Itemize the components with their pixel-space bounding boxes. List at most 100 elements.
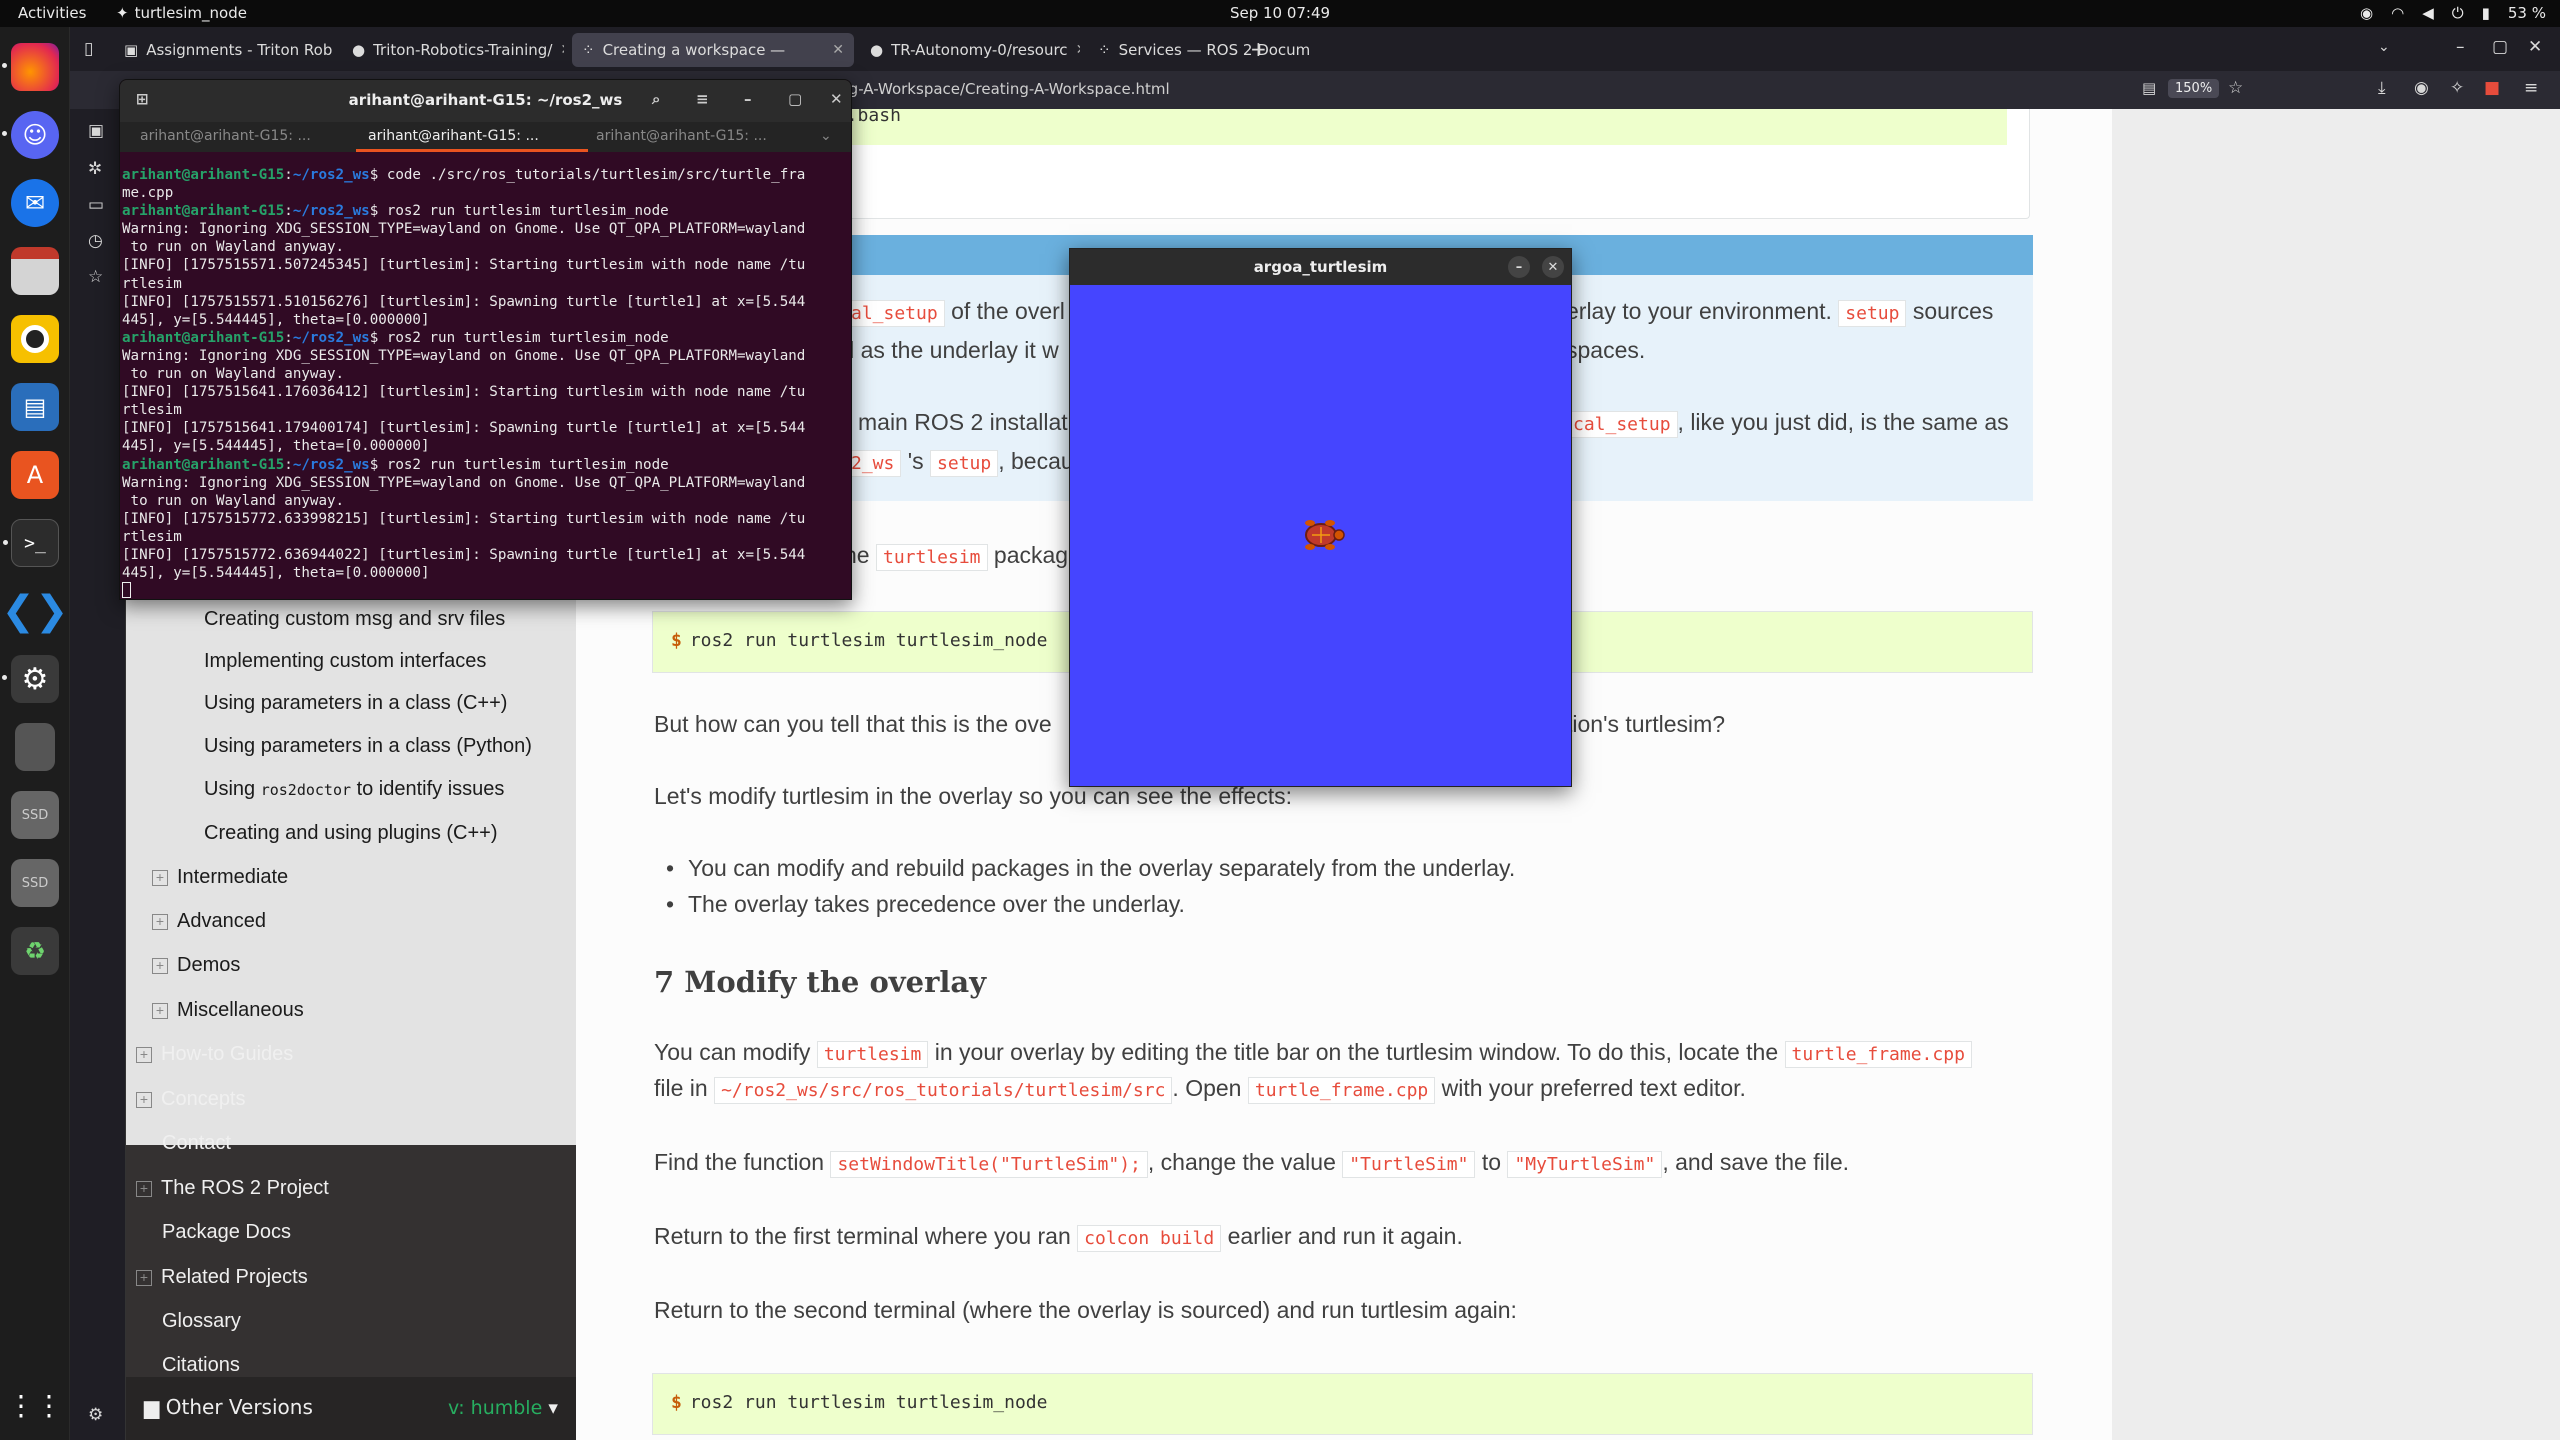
nav-contact[interactable]: Contact <box>162 1132 231 1155</box>
nav-group-demos[interactable]: + Demos <box>152 954 240 977</box>
nav-how-to-guides[interactable]: + How-to Guides <box>136 1043 293 1066</box>
minimize-icon[interactable]: – <box>1508 256 1530 278</box>
extension-badge-icon[interactable]: ■ <box>2484 78 2500 98</box>
bookmarks-icon[interactable]: ☆ <box>88 267 103 287</box>
tab-tr-autonomy[interactable]: ●TR-Autonomy-0/resourc✕ <box>860 33 1080 67</box>
nav-ros2-project[interactable]: + The ROS 2 Project <box>136 1177 329 1200</box>
expand-icon[interactable]: + <box>136 1047 152 1063</box>
close-tab-icon[interactable]: ✕ <box>560 42 564 58</box>
wifi-icon[interactable]: ◠ <box>2391 4 2404 22</box>
text-file-icon[interactable] <box>15 723 55 771</box>
nav-link[interactable]: Creating and using plugins (C++) <box>204 822 498 845</box>
nav-group-advanced[interactable]: + Advanced <box>152 910 266 933</box>
minimize-icon[interactable]: – <box>744 90 752 108</box>
menu-icon[interactable]: ≡ <box>696 90 709 108</box>
expand-icon[interactable]: + <box>152 870 168 886</box>
ssd-drive-icon[interactable]: SSD <box>11 859 59 907</box>
terminal-icon[interactable]: >_ <box>3 519 59 567</box>
tab-creating-workspace[interactable]: ⁘ Creating a workspace — ✕ <box>572 33 854 67</box>
nav-group-intermediate[interactable]: + Intermediate <box>152 866 288 889</box>
close-icon[interactable]: ✕ <box>830 90 843 108</box>
restore-icon[interactable]: ▢ <box>2492 37 2508 57</box>
versions-selector[interactable]: ▆ Other Versions v: humble ▾ <box>126 1377 576 1440</box>
trash-icon[interactable]: ♻ <box>11 927 59 975</box>
rhythmbox-icon[interactable] <box>11 315 59 363</box>
tab-assignments[interactable]: ▣Assignments - Triton Rob✕ <box>114 33 334 67</box>
nav-group-miscellaneous[interactable]: + Miscellaneous <box>152 999 304 1022</box>
close-icon[interactable]: ✕ <box>2528 37 2542 57</box>
caret-down-icon: ▾ <box>548 1397 558 1419</box>
nav-link[interactable]: Creating custom msg and srv files <box>204 608 505 631</box>
customize-sidebar-icon[interactable]: ⚙ <box>88 1405 103 1425</box>
nav-citations[interactable]: Citations <box>162 1354 240 1377</box>
expand-icon[interactable]: + <box>136 1270 152 1286</box>
nav-link[interactable]: Implementing custom interfaces <box>204 650 486 673</box>
ai-chatbot-icon[interactable]: ✲ <box>88 159 102 179</box>
nav-glossary[interactable]: Glossary <box>162 1310 241 1333</box>
vscode-icon[interactable]: ❮❯ <box>1 587 68 635</box>
app-menu[interactable]: ✦ turtlesim_node <box>116 4 247 22</box>
downloads-icon[interactable]: ⤓ <box>2378 78 2386 98</box>
menu-icon[interactable]: ≡ <box>2524 78 2538 98</box>
software-center-icon[interactable]: A <box>11 451 59 499</box>
expand-icon[interactable]: + <box>136 1181 152 1197</box>
tab-list-icon[interactable]: ⌄ <box>820 128 832 144</box>
code-block[interactable]: $ ros2 run turtlesim turtlesim_node <box>652 1373 2033 1435</box>
sidebar-toggle-icon[interactable]: ▯ <box>84 39 93 59</box>
url-field[interactable]: ing-A-Workspace/Creating-A-Workspace.htm… <box>835 80 1170 98</box>
nav-concepts[interactable]: + Concepts <box>136 1088 246 1111</box>
sidebar-panel-icon[interactable]: ▣ <box>88 121 104 141</box>
version-value[interactable]: v: humble ▾ <box>448 1397 558 1419</box>
clock[interactable]: Sep 10 07:49 <box>0 4 2560 22</box>
thunderbird-icon[interactable]: ✉ <box>11 179 59 227</box>
firefox-icon[interactable] <box>2 43 59 91</box>
expand-icon[interactable]: + <box>152 1003 168 1019</box>
tab-services-docs[interactable]: ⁘Services — ROS 2 Docum✕ <box>1088 33 1318 67</box>
discord-tray-icon[interactable]: ◉ <box>2360 4 2373 22</box>
new-tab-icon[interactable]: + <box>1250 37 1267 61</box>
terminal-window[interactable]: ⊞ arihant@arihant-G15: ~/ros2_ws ⌕ ≡ – ▢… <box>119 79 852 600</box>
close-tab-icon[interactable]: ✕ <box>1076 42 1080 58</box>
ssd-drive-icon[interactable]: SSD <box>11 791 59 839</box>
close-icon[interactable]: ✕ <box>1542 256 1564 278</box>
bookmark-star-icon[interactable]: ☆ <box>2228 78 2243 98</box>
page-margin <box>2112 109 2560 1440</box>
nav-link-ros2doctor[interactable]: Using ros2doctor to identify issues <box>204 778 504 801</box>
nav-link[interactable]: Using parameters in a class (C++) <box>204 692 507 715</box>
volume-icon[interactable]: ◀ <box>2422 4 2434 22</box>
terminal-output[interactable]: arihant@arihant-G15:~/ros2_ws$ code ./sr… <box>122 166 851 599</box>
show-apps-icon[interactable]: ⋮⋮ <box>7 1381 63 1429</box>
terminal-titlebar[interactable]: ⊞ arihant@arihant-G15: ~/ros2_ws ⌕ ≡ – ▢… <box>120 80 851 122</box>
history-icon[interactable]: ◷ <box>88 231 103 251</box>
activities-button[interactable]: Activities <box>18 4 86 22</box>
turtlesim-canvas[interactable] <box>1070 285 1571 786</box>
reader-view-icon[interactable]: ▤ <box>2142 79 2156 97</box>
expand-icon[interactable]: + <box>136 1092 152 1108</box>
extensions-icon[interactable]: ✧ <box>2450 78 2464 98</box>
turtlesim-window[interactable]: argoa_turtlesim – ✕ <box>1069 248 1572 787</box>
expand-icon[interactable]: + <box>152 914 168 930</box>
system-tray[interactable]: ◉ ◠ ◀ ⏻ ▮ 53 % <box>2360 4 2546 22</box>
account-icon[interactable]: ◉ <box>2414 78 2429 98</box>
terminal-tab-active[interactable]: arihant@arihant-G15: ... <box>368 128 593 144</box>
close-tab-icon[interactable]: ✕ <box>832 42 844 58</box>
files-icon[interactable] <box>11 247 59 295</box>
nav-related-projects[interactable]: + Related Projects <box>136 1266 308 1289</box>
synced-tabs-icon[interactable]: ▭ <box>88 195 104 215</box>
zoom-level[interactable]: 150% <box>2168 79 2220 98</box>
tab-list-icon[interactable]: ⌄ <box>2378 39 2390 55</box>
terminal-tab[interactable]: arihant@arihant-G15: ... <box>596 128 821 144</box>
nav-package-docs[interactable]: Package Docs <box>162 1221 291 1244</box>
writer-icon[interactable]: ▤ <box>11 383 59 431</box>
discord-icon[interactable]: ☺ <box>2 111 59 159</box>
nav-link[interactable]: Using parameters in a class (Python) <box>204 735 532 758</box>
search-icon[interactable]: ⌕ <box>652 90 660 108</box>
tab-github-training[interactable]: ●Triton-Robotics-Training/✕ <box>342 33 564 67</box>
expand-icon[interactable]: + <box>152 958 168 974</box>
settings-icon[interactable]: ⚙ <box>2 655 59 703</box>
power-icon[interactable]: ⏻ <box>2452 4 2464 22</box>
terminal-tab[interactable]: arihant@arihant-G15: ... <box>140 128 365 144</box>
minimize-icon[interactable]: – <box>2456 37 2465 57</box>
maximize-icon[interactable]: ▢ <box>788 90 802 108</box>
turtlesim-titlebar[interactable]: argoa_turtlesim – ✕ <box>1070 249 1571 285</box>
